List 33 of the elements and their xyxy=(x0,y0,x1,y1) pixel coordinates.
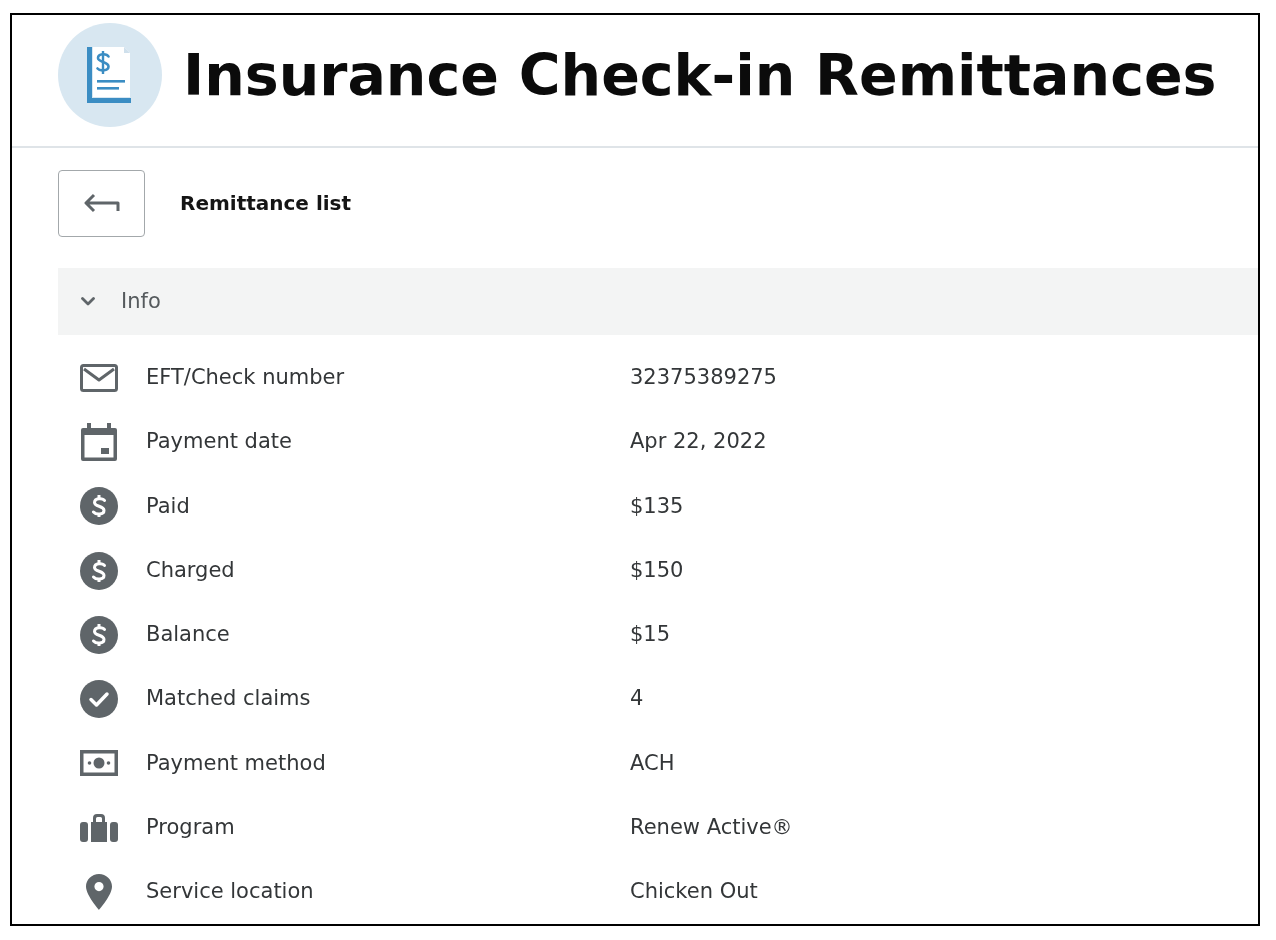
field-label: Balance xyxy=(146,622,230,647)
dollar-circle-icon xyxy=(80,487,118,526)
field-label: Paid xyxy=(146,493,190,518)
field-value: Renew Active® xyxy=(630,813,793,841)
field-value: $150 xyxy=(630,556,684,584)
field-value: Apr 22, 2022 xyxy=(630,428,767,456)
field-label: Program xyxy=(146,814,235,839)
back-label: Remittance list xyxy=(180,190,352,218)
envelope-icon xyxy=(80,363,118,392)
dollar-circle-icon xyxy=(80,551,118,590)
banknote-icon xyxy=(80,750,118,777)
briefcase-icon xyxy=(80,813,118,842)
field-value: 32375389275 xyxy=(630,364,777,392)
back-arrow-icon xyxy=(83,193,120,214)
field-value: $135 xyxy=(630,492,684,520)
check-circle-icon xyxy=(80,680,118,719)
document-dollar-icon xyxy=(58,23,162,127)
field-value: 4 xyxy=(630,685,644,713)
field-label: Payment date xyxy=(146,429,292,454)
page-title: Insurance Check-in Remittances xyxy=(183,46,1217,104)
dollar-circle-icon xyxy=(80,615,118,654)
field-value: Chicken Out xyxy=(630,878,758,906)
map-pin-icon xyxy=(86,873,112,910)
field-label: Charged xyxy=(146,557,235,582)
field-label: EFT/Check number xyxy=(146,365,345,390)
section-toggle[interactable]: Info xyxy=(58,267,1258,335)
field-value: $15 xyxy=(630,621,671,649)
back-button[interactable] xyxy=(58,169,145,237)
field-label: Payment method xyxy=(146,750,326,775)
field-label: Service location xyxy=(146,879,314,904)
field-value: ACH xyxy=(630,749,675,777)
calendar-icon xyxy=(81,423,117,462)
field-label: Matched claims xyxy=(146,686,311,711)
